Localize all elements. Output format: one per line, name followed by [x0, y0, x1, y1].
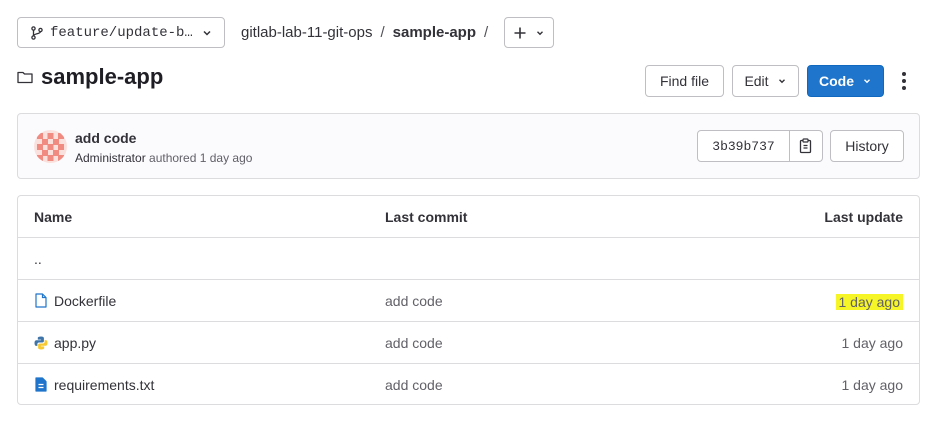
table-row[interactable]: requirements.txt add code 1 day ago: [18, 364, 919, 404]
copy-icon: [799, 138, 812, 154]
commit-author-link[interactable]: Administrator: [75, 151, 146, 165]
file-last-commit-link[interactable]: add code: [385, 280, 443, 321]
file-name: app.py: [54, 334, 97, 351]
file-tree-table: Name Last commit Last update .. Dockerfi…: [17, 195, 920, 405]
add-to-tree-button[interactable]: [504, 17, 554, 48]
avatar[interactable]: [34, 130, 67, 163]
column-header-name: Name: [34, 208, 73, 225]
dot: [902, 86, 906, 90]
file-name-cell[interactable]: app.py: [34, 322, 96, 363]
file-name-cell[interactable]: requirements.txt: [34, 364, 155, 404]
edit-dropdown-button[interactable]: Edit: [732, 65, 799, 97]
last-commit-panel: add code Administrator authored 1 day ag…: [17, 113, 920, 179]
folder-icon: [17, 71, 33, 84]
file-last-update: 1 day ago: [841, 376, 904, 393]
column-header-last-update: Last update: [824, 208, 903, 225]
python-icon: [34, 336, 48, 349]
commit-meta: Administrator authored 1 day ago: [75, 151, 252, 165]
chevron-down-icon: [864, 79, 870, 84]
table-header-row: Name Last commit Last update: [18, 196, 919, 238]
more-actions-button[interactable]: [896, 69, 912, 93]
branch-icon: [31, 25, 43, 40]
file-name: Dockerfile: [54, 292, 117, 309]
dot: [902, 79, 906, 83]
file-last-update: 1 day ago: [835, 280, 903, 321]
code-dropdown-button[interactable]: Code: [807, 65, 884, 97]
table-row-parent[interactable]: ..: [18, 238, 919, 280]
highlighted-update-time: 1 day ago: [835, 293, 903, 310]
file-name: requirements.txt: [54, 376, 155, 393]
commit-sha-group: 3b39b737: [697, 130, 823, 162]
commit-sha-button[interactable]: 3b39b737: [697, 130, 790, 162]
file-icon: [35, 293, 47, 308]
commit-title-link[interactable]: add code: [75, 130, 136, 146]
page-title: sample-app: [17, 64, 163, 90]
file-name-cell[interactable]: Dockerfile: [34, 280, 116, 321]
commit-authored-time: authored 1 day ago: [149, 151, 253, 165]
file-last-commit-link[interactable]: add code: [385, 364, 443, 404]
dot: [902, 72, 906, 76]
breadcrumb-project-link[interactable]: sample-app: [393, 24, 476, 41]
parent-directory-link[interactable]: ..: [34, 238, 42, 279]
branch-selector[interactable]: feature/update-b…: [17, 17, 225, 48]
history-button[interactable]: History: [830, 130, 904, 162]
plus-icon: [514, 27, 526, 38]
text-file-icon: [35, 377, 47, 392]
find-file-button[interactable]: Find file: [645, 65, 724, 97]
breadcrumb: gitlab-lab-11-git-ops / sample-app /: [241, 24, 488, 41]
table-row[interactable]: Dockerfile add code 1 day ago: [18, 280, 919, 322]
file-last-commit-link[interactable]: add code: [385, 322, 443, 363]
identicon-icon: [34, 130, 67, 163]
branch-name: feature/update-b…: [50, 24, 193, 41]
chevron-down-icon: [778, 79, 785, 84]
project-title: sample-app: [41, 64, 164, 89]
code-label: Code: [819, 73, 854, 89]
chevron-down-icon: [203, 30, 211, 36]
column-header-last-commit: Last commit: [385, 208, 468, 225]
table-row[interactable]: app.py add code 1 day ago: [18, 322, 919, 364]
file-last-update: 1 day ago: [841, 334, 904, 351]
breadcrumb-group-link[interactable]: gitlab-lab-11-git-ops: [241, 24, 372, 41]
edit-label: Edit: [744, 73, 769, 89]
chevron-down-icon: [537, 30, 543, 35]
copy-sha-button[interactable]: [790, 130, 823, 162]
breadcrumb-separator: /: [380, 24, 385, 41]
breadcrumb-separator: /: [484, 24, 489, 41]
